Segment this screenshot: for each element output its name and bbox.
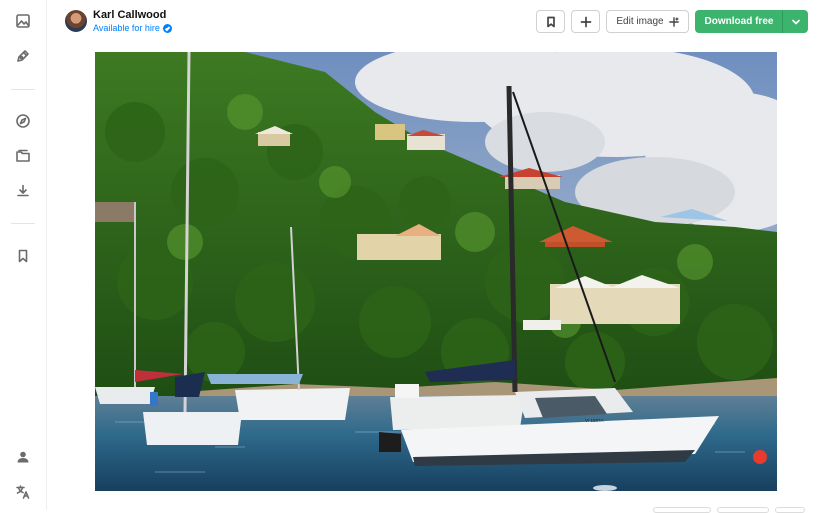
- edit-image-label: Edit image: [616, 16, 664, 27]
- chevron-down-icon: [791, 19, 800, 24]
- rail-divider: [11, 89, 35, 90]
- bookmark-icon: [546, 16, 555, 27]
- collections-icon[interactable]: [11, 144, 35, 168]
- add-to-collection-button[interactable]: [571, 10, 600, 33]
- user-icon[interactable]: [11, 445, 35, 469]
- bookmark-icon[interactable]: [11, 244, 35, 268]
- boat-registration-text: VI 1587A: [585, 418, 604, 423]
- red-buoy: [753, 450, 767, 464]
- verified-icon: [162, 23, 172, 33]
- photo-header: Karl Callwood Available for hire Edit im…: [47, 0, 825, 44]
- download-button[interactable]: Download free: [695, 10, 783, 33]
- download-options-button[interactable]: [782, 10, 808, 33]
- float: [593, 485, 617, 491]
- harbor-photo: VI 1587A: [95, 52, 777, 491]
- rail-divider: [11, 223, 35, 224]
- avatar[interactable]: [65, 10, 87, 32]
- hire-text[interactable]: Available for hire: [93, 23, 160, 33]
- author-name[interactable]: Karl Callwood: [93, 9, 166, 21]
- edit-image-button[interactable]: Edit image: [606, 10, 689, 33]
- download-icon[interactable]: [11, 179, 35, 203]
- save-bookmark-button[interactable]: [536, 10, 565, 33]
- image-icon[interactable]: [11, 9, 35, 33]
- bottom-action-button[interactable]: [653, 507, 711, 513]
- left-rail: [0, 0, 47, 510]
- translate-icon[interactable]: [11, 480, 35, 504]
- pen-icon[interactable]: [11, 44, 35, 68]
- main-photo[interactable]: VI 1587A: [95, 52, 777, 491]
- bottom-action-button[interactable]: [775, 507, 805, 513]
- sparkle-icon: [668, 16, 679, 27]
- compass-icon[interactable]: [11, 109, 35, 133]
- plus-icon: [580, 16, 591, 27]
- bottom-action-button[interactable]: [717, 507, 769, 513]
- hire-link[interactable]: Available for hire: [93, 23, 172, 33]
